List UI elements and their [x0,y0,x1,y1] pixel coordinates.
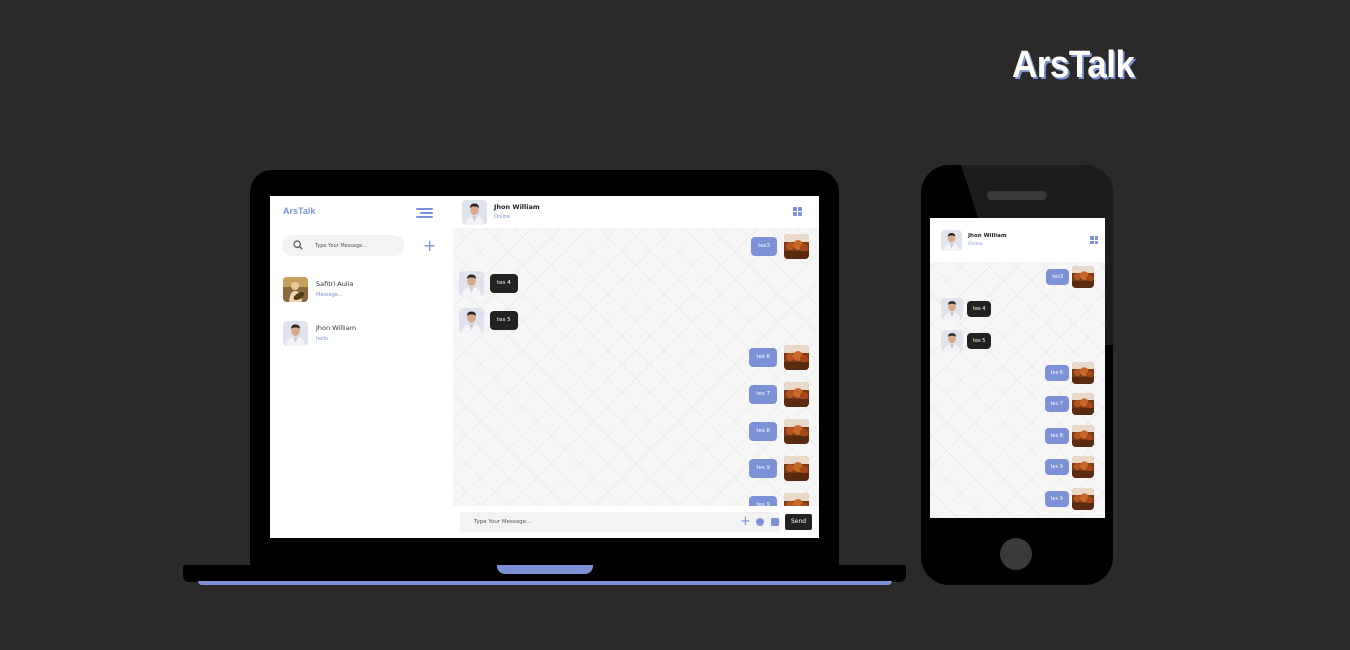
avatar [283,277,308,302]
message-row: tes 7 [453,382,819,407]
phone-frame: Jhon William Online tes3 tes 4 tes 5 tes… [921,165,1113,585]
chat-panel: Jhon William Online tes3 tes 4 tes 5 tes… [453,196,819,538]
add-contact-button[interactable]: + [423,238,436,254]
message-row: tes 4 [453,271,819,296]
contact-name: Safitri Aulia [316,280,354,288]
message-row: tes 5 [930,330,1105,352]
avatar [1072,425,1094,447]
search-box [282,235,404,256]
message-row: tes 7 [930,393,1105,415]
message-bubble-outgoing: tes 9 [749,496,777,506]
message-row: tes 6 [930,362,1105,384]
brand-title: ArsTalk [1012,44,1135,86]
avatar [784,234,809,259]
avatar [941,330,963,352]
laptop-base-accent [198,581,892,585]
contact-item[interactable]: Jhon William hello [283,321,443,349]
message-row: tes 5 [453,308,819,333]
message-bubble-outgoing: tes3 [751,237,777,256]
grid-menu-icon[interactable] [793,207,803,217]
message-bubble-outgoing: tes 8 [1044,428,1069,444]
message-bubble-incoming: tes 4 [490,274,518,293]
message-bubble-outgoing: tes 6 [1044,365,1069,381]
chat-contact-name: Jhon William [968,233,1007,239]
message-row: tes 9 [930,488,1105,510]
laptop-notch [497,565,593,574]
message-list: tes3 tes 4 tes 5 tes 6 tes 7 tes 8 tes 9… [930,262,1105,518]
avatar [1072,266,1094,288]
avatar [459,308,484,333]
message-input[interactable] [474,512,724,532]
avatar [784,345,809,370]
avatar [784,382,809,407]
home-button[interactable] [1000,538,1032,570]
message-row: tes 8 [453,419,819,444]
contact-item[interactable]: Safitri Aulia Message... [283,277,443,305]
avatar [1072,456,1094,478]
avatar [1072,362,1094,384]
search-input[interactable] [315,235,400,256]
message-bubble-outgoing: tes 7 [749,385,777,404]
message-row: tes 9 [453,493,819,506]
message-composer: + Send [453,506,819,538]
laptop-screen: ArsTalk + Safitr [270,196,819,538]
message-bubble-outgoing: tes 9 [749,459,777,478]
phone-screen: Jhon William Online tes3 tes 4 tes 5 tes… [930,218,1105,518]
send-button[interactable]: Send [785,514,812,530]
menu-icon[interactable] [416,208,433,218]
chat-header: Jhon William Online [930,218,1105,262]
avatar [941,298,963,320]
search-icon [293,240,303,250]
chat-contact-status: Online [494,214,511,220]
chat-contact-status: Online [968,242,983,247]
message-bubble-incoming: tes 5 [967,333,992,349]
message-field-wrapper: + [460,512,780,532]
message-bubble-outgoing: tes 8 [749,422,777,441]
avatar [784,419,809,444]
message-list: tes3 tes 4 tes 5 tes 6 tes 7 tes 8 tes 9… [453,228,819,506]
message-row: tes 9 [453,456,819,481]
chat-contact-name: Jhon William [494,203,540,211]
avatar [459,271,484,296]
message-row: tes3 [453,234,819,259]
message-bubble-outgoing: tes 9 [1044,491,1069,507]
message-bubble-outgoing: tes 7 [1044,396,1069,412]
avatar [462,200,487,225]
avatar [1072,488,1094,510]
message-bubble-outgoing: tes 9 [1044,459,1069,475]
message-bubble-incoming: tes 5 [490,311,518,330]
message-bubble-outgoing: tes3 [1046,269,1069,285]
sidebar: ArsTalk + Safitr [270,196,453,538]
contact-preview: Message... [316,292,343,298]
message-row: tes 4 [930,298,1105,320]
chat-header: Jhon William Online [453,196,819,228]
emoji-icon[interactable] [756,518,764,526]
message-row: tes 9 [930,456,1105,478]
app-logo: ArsTalk [283,206,316,216]
contact-preview: hello [316,336,329,342]
avatar [784,493,809,506]
image-icon[interactable] [771,518,779,526]
message-bubble-outgoing: tes 6 [749,348,777,367]
contact-name: Jhon William [316,324,357,332]
avatar [283,321,308,346]
avatar [941,230,962,251]
attach-plus-icon[interactable]: + [740,515,751,528]
avatar [1072,393,1094,415]
grid-menu-icon[interactable] [1090,236,1099,245]
phone-speaker [987,191,1047,200]
message-row: tes3 [930,266,1105,288]
avatar [784,456,809,481]
message-row: tes 6 [453,345,819,370]
message-row: tes 8 [930,425,1105,447]
message-bubble-incoming: tes 4 [967,301,992,317]
